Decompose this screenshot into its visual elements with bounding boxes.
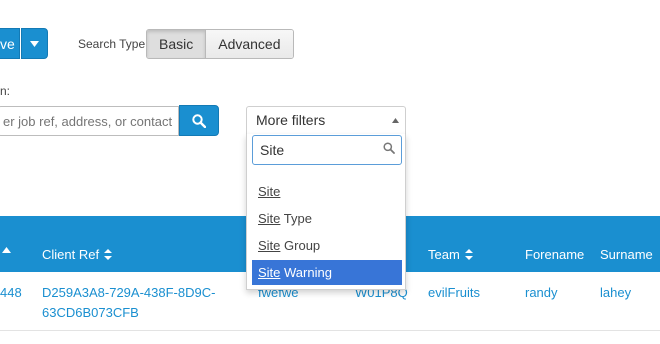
option-match: Site bbox=[258, 211, 281, 226]
save-button[interactable]: ve bbox=[0, 28, 20, 59]
more-filters-label: More filters bbox=[256, 112, 326, 128]
search-button[interactable] bbox=[179, 105, 219, 136]
more-filters-panel: Site Site Type Site Group Site Warning bbox=[246, 134, 406, 290]
option-rest: Type bbox=[280, 211, 312, 226]
caret-down-icon bbox=[30, 40, 39, 47]
search-type-toggle: Basic Advanced bbox=[146, 29, 294, 59]
row-divider bbox=[0, 330, 660, 331]
more-filters-dropdown[interactable]: More filters bbox=[246, 106, 406, 134]
save-options-dropdown-button[interactable] bbox=[21, 28, 48, 59]
caret-up-icon bbox=[392, 107, 399, 134]
column-header-forename[interactable]: Forename bbox=[525, 247, 584, 262]
filter-search-input[interactable] bbox=[252, 135, 402, 165]
cell-client-ref-line2[interactable]: 63CD6B073CFB bbox=[42, 305, 139, 320]
column-header-surname[interactable]: Surname bbox=[600, 247, 653, 262]
cell-forename[interactable]: randy bbox=[525, 285, 558, 300]
column-header-team[interactable]: Team bbox=[428, 247, 473, 262]
cell-team[interactable]: evilFruits bbox=[428, 285, 480, 300]
search-icon bbox=[192, 113, 206, 128]
column-header-client-ref[interactable]: Client Ref bbox=[42, 247, 113, 262]
filter-option-site-group[interactable]: Site Group bbox=[252, 233, 402, 258]
column-header-sort-id[interactable] bbox=[2, 247, 11, 253]
cell-id[interactable]: 448 bbox=[0, 285, 22, 300]
filter-option-site-warning[interactable]: Site Warning bbox=[252, 260, 402, 285]
option-match: Site bbox=[258, 238, 281, 253]
cell-surname[interactable]: lahey bbox=[600, 285, 631, 300]
search-label: n: bbox=[0, 84, 11, 98]
search-type-advanced[interactable]: Advanced bbox=[206, 30, 293, 58]
filter-option-site-type[interactable]: Site Type bbox=[252, 206, 402, 231]
option-match: Site bbox=[258, 184, 281, 199]
search-icon bbox=[383, 141, 395, 159]
option-rest: Group bbox=[280, 238, 321, 253]
search-type-label: Search Type: bbox=[78, 37, 149, 51]
column-header-client-ref-label: Client Ref bbox=[42, 247, 100, 262]
sort-icon bbox=[464, 249, 473, 260]
search-type-basic[interactable]: Basic bbox=[147, 30, 207, 58]
option-rest: Warning bbox=[280, 265, 332, 280]
save-button-label: ve bbox=[0, 36, 15, 52]
sort-icon bbox=[104, 249, 113, 260]
sort-asc-icon bbox=[2, 247, 11, 253]
cell-client-ref-line1[interactable]: D259A3A8-729A-438F-8D9C- bbox=[42, 285, 215, 300]
option-match: Site bbox=[258, 265, 281, 280]
column-header-team-label: Team bbox=[428, 247, 460, 262]
filter-option-site[interactable]: Site bbox=[252, 179, 402, 204]
search-input[interactable] bbox=[0, 106, 179, 136]
